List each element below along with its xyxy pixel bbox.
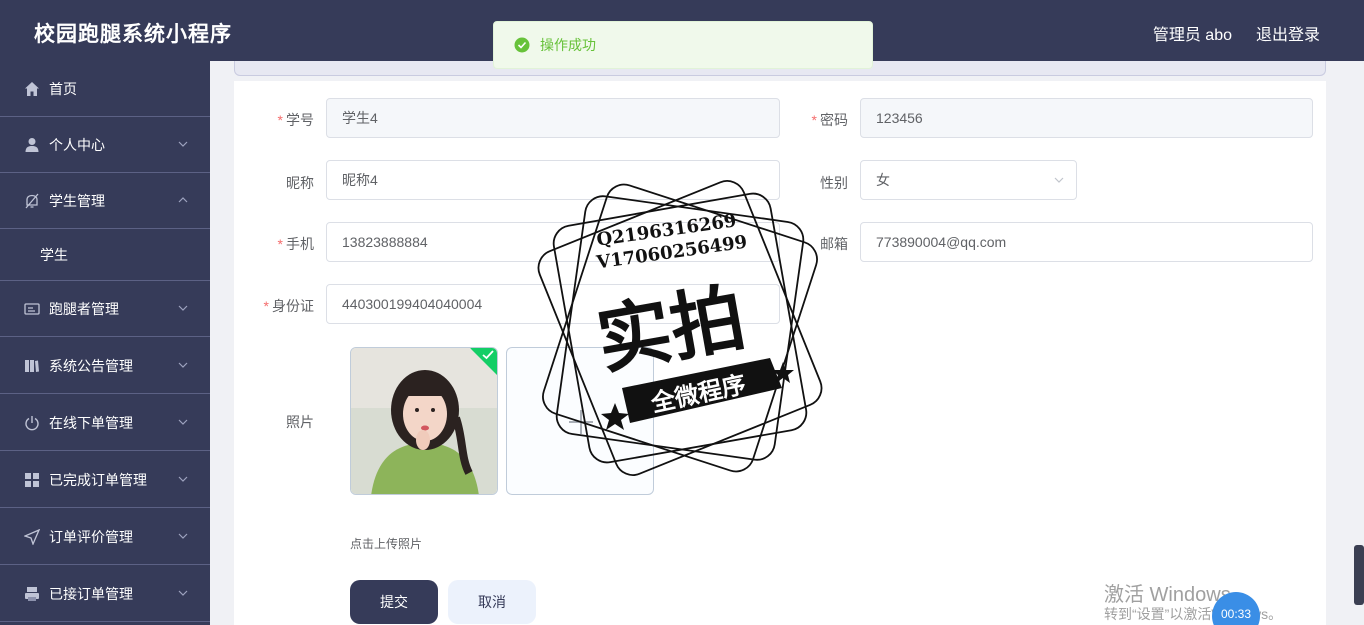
grid-icon [23, 471, 41, 489]
sidebar-item-label: 已接订单管理 [49, 585, 133, 602]
student-id-label: * 学号 [277, 112, 314, 128]
chevron-down-icon [178, 141, 188, 147]
sidebar-item-label: 已完成订单管理 [49, 471, 147, 488]
user-icon [23, 136, 41, 154]
phone-label: * 手机 [277, 236, 314, 252]
chevron-down-icon [178, 419, 188, 425]
sidebar-item-label: 在线下单管理 [49, 414, 133, 431]
chevron-down-icon [178, 590, 188, 596]
sidebar-item-accepted-order-management[interactable]: 已接订单管理 [0, 566, 210, 622]
send-icon [23, 528, 41, 546]
id-card-label: * 身份证 [263, 298, 314, 314]
toast-message: 操作成功 [540, 37, 596, 53]
printer-icon [23, 585, 41, 603]
chevron-down-icon [178, 533, 188, 539]
windows-activation-title: 激活 Windows [1104, 584, 1231, 606]
chevron-down-icon [1054, 177, 1064, 183]
sidebar-item-label: 学生 [40, 246, 68, 263]
admin-name: 管理员 abo [1152, 27, 1232, 44]
chevron-down-icon [178, 362, 188, 368]
sidebar-item-student-management[interactable]: 学生管理 [0, 173, 210, 229]
sidebar-item-order-review-management[interactable]: 订单评价管理 [0, 509, 210, 565]
home-icon [23, 80, 41, 98]
photo-label: 照片 [286, 414, 314, 430]
sidebar-item-label: 系统公告管理 [49, 357, 133, 374]
cancel-button[interactable]: 取消 [448, 580, 536, 624]
sidebar-item-online-order-management[interactable]: 在线下单管理 [0, 395, 210, 451]
sidebar-item-label: 首页 [49, 80, 77, 97]
password-label: * 密码 [811, 112, 848, 128]
sidebar-item-label: 订单评价管理 [49, 528, 133, 545]
sidebar-item-home[interactable]: 首页 [0, 61, 210, 117]
chevron-down-icon [178, 476, 188, 482]
submit-button[interactable]: 提交 [350, 580, 438, 624]
student-id-input[interactable]: 学生4 [326, 98, 780, 138]
bell-off-icon [23, 192, 41, 210]
watermark-stamp: Q2196316269 V17060256499 实拍 全微程序 [530, 178, 830, 478]
sidebar-subitem-student[interactable]: 学生 [0, 229, 210, 281]
email-input[interactable]: 773890004@qq.com [860, 222, 1313, 262]
app-title: 校园跑腿系统小程序 [34, 23, 232, 46]
book-icon [23, 357, 41, 375]
sidebar-item-runner-management[interactable]: 跑腿者管理 [0, 281, 210, 337]
sidebar-item-label: 学生管理 [49, 192, 105, 209]
gender-select-value: 女 [876, 172, 890, 188]
sidebar-item-label: 跑腿者管理 [49, 300, 119, 317]
upload-hint: 点击上传照片 [350, 537, 423, 551]
logout-button[interactable]: 退出登录 [1256, 21, 1320, 45]
nickname-label: 昵称 [286, 175, 314, 191]
gender-select[interactable]: 女 [860, 160, 1077, 200]
power-icon [23, 414, 41, 432]
sidebar-item-label: 个人中心 [49, 136, 105, 153]
check-icon [482, 350, 494, 360]
sidebar: 首页 个人中心 学生管理 学生 跑腿者管理 系统公告管理 在线下单管理 已完成订… [0, 61, 210, 625]
chevron-down-icon [178, 305, 188, 311]
sidebar-item-notice-management[interactable]: 系统公告管理 [0, 338, 210, 394]
success-toast: 操作成功 [493, 21, 873, 69]
scrollbar-thumb[interactable] [1354, 545, 1364, 605]
success-check-icon [514, 37, 530, 53]
sidebar-item-profile[interactable]: 个人中心 [0, 117, 210, 173]
chevron-up-icon [178, 197, 188, 203]
uploaded-photo[interactable] [350, 347, 498, 495]
password-input[interactable]: 123456 [860, 98, 1313, 138]
sidebar-item-completed-order-management[interactable]: 已完成订单管理 [0, 452, 210, 508]
id-card-icon [23, 300, 41, 318]
student-photo-image [351, 348, 497, 494]
